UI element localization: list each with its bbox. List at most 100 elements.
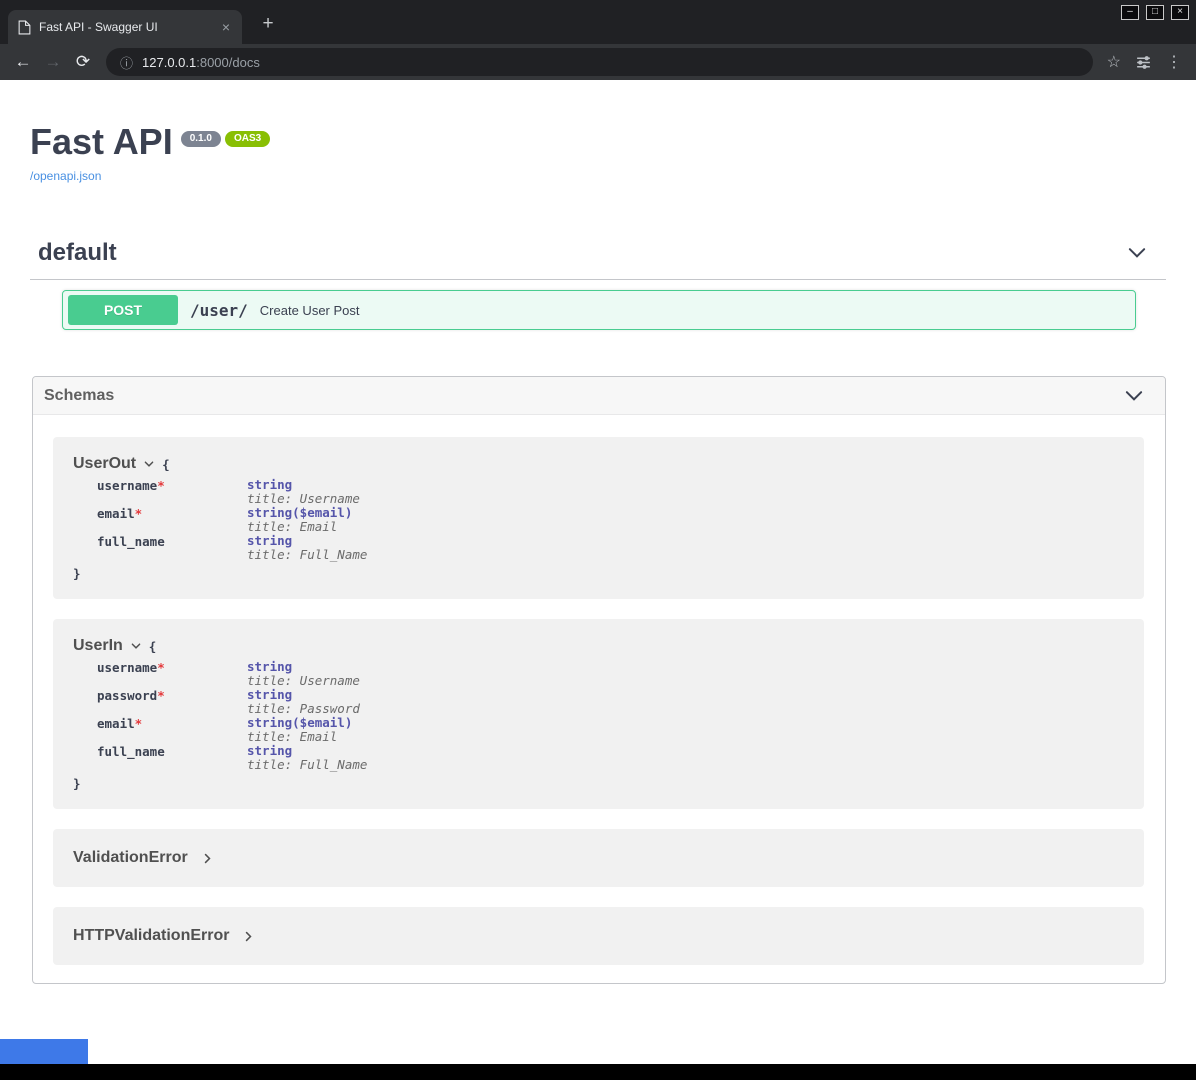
property-definition: string title: Full_Name [247,534,367,562]
operation-path: /user/ [190,301,248,320]
property-name-text: email [97,506,135,521]
property-name-text: full_name [97,534,165,549]
browser-toolbar: ← → ⟳ ⓘ 127.0.0.1:8000/docs ☆ ⋮ [0,44,1196,80]
tab-close-icon[interactable]: × [220,20,232,34]
url-text: 127.0.0.1:8000/docs [142,55,260,70]
model-validationerror[interactable]: ValidationError [53,829,1144,887]
url-host: 127.0.0.1 [142,55,196,70]
back-button-icon[interactable]: ← [8,52,38,72]
browser-menu-icon[interactable]: ⋮ [1166,52,1182,72]
tune-icon[interactable] [1135,54,1152,71]
property-type: string [247,660,360,674]
property-name: username* [97,478,247,506]
status-bubble [0,1039,88,1064]
window-close-button[interactable]: × [1171,5,1189,20]
model-title-row[interactable]: UserIn { [73,637,1124,655]
model-httpvalidationerror[interactable]: HTTPValidationError [53,907,1144,965]
required-star: * [157,660,165,675]
site-info-icon[interactable]: ⓘ [120,53,133,72]
property-title: title: Password [247,702,360,716]
schemas-section: Schemas UserOut [32,376,1166,984]
property-definition: string title: Full_Name [247,744,367,772]
oas3-badge: OAS3 [225,131,270,147]
url-path: :8000/docs [196,55,260,70]
property-name-text: full_name [97,744,165,759]
schemas-body: UserOut { username* string [33,415,1165,983]
chevron-right-icon[interactable] [201,852,214,865]
property-definition: string title: Username [247,478,360,506]
api-info: Fast API 0.1.0OAS3 /openapi.json [0,80,1196,185]
window-bottom-edge [0,1064,1196,1080]
toolbar-right: ☆ ⋮ [1101,52,1188,72]
model-toggle-icon[interactable] [130,640,142,652]
property-name: password* [97,688,247,716]
window-minimize-button[interactable]: – [1121,5,1139,20]
schemas-header[interactable]: Schemas [33,377,1165,415]
property-row: password* string title: Password [97,688,1124,716]
property-row: email* string($email) title: Email [97,716,1124,744]
tag-name: default [38,239,117,267]
required-star: * [157,478,165,493]
property-type: string [247,744,367,758]
browser-titlebar: Fast API - Swagger UI × + – □ × [0,0,1196,44]
brace-open: { [149,639,157,654]
property-name-text: username [97,660,157,675]
chevron-down-icon[interactable] [1123,385,1145,407]
window-controls: – □ × [1121,5,1189,20]
property-definition: string title: Password [247,688,360,716]
property-name-text: password [97,688,157,703]
address-bar[interactable]: ⓘ 127.0.0.1:8000/docs [106,48,1093,76]
http-method-badge: POST [68,295,178,325]
model-title-row[interactable]: UserOut { [73,455,1124,473]
model-userin: UserIn { username* string [53,619,1144,809]
required-star: * [157,688,165,703]
version-badge: 0.1.0 [181,131,221,147]
browser-tab[interactable]: Fast API - Swagger UI × [8,10,242,44]
property-title: title: Email [247,730,352,744]
required-star: * [135,716,143,731]
model-properties: username* string title: Username passwor… [97,660,1124,772]
property-name: full_name [97,744,247,772]
property-name: email* [97,506,247,534]
brace-close: } [73,776,1124,791]
brace-close: } [73,566,1124,581]
new-tab-button[interactable]: + [256,13,280,35]
reload-button-icon[interactable]: ⟳ [68,52,98,72]
openapi-spec-link[interactable]: /openapi.json [30,169,101,183]
model-name: UserIn [73,637,123,655]
property-name: full_name [97,534,247,562]
brace-open: { [162,457,170,472]
property-title: title: Username [247,674,360,688]
property-name-text: email [97,716,135,731]
property-name: email* [97,716,247,744]
swagger-page: Fast API 0.1.0OAS3 /openapi.json default … [0,80,1196,1064]
bookmark-star-icon[interactable]: ☆ [1107,52,1121,72]
property-title: title: Full_Name [247,548,367,562]
window-maximize-button[interactable]: □ [1146,5,1164,20]
property-row: username* string title: Username [97,478,1124,506]
property-type: string [247,688,360,702]
forward-button-icon[interactable]: → [38,52,68,72]
api-title-text: Fast API [30,121,173,162]
tag-header[interactable]: default [30,231,1166,280]
property-type: string($email) [247,506,352,520]
property-row: username* string title: Username [97,660,1124,688]
chevron-right-icon[interactable] [242,930,255,943]
property-row: full_name string title: Full_Name [97,744,1124,772]
tag-section-default: default POST /user/ Create User Post [30,231,1166,330]
property-row: email* string($email) title: Email [97,506,1124,534]
model-name: ValidationError [73,849,188,867]
browser-window: Fast API - Swagger UI × + – □ × ← → ⟳ ⓘ … [0,0,1196,1080]
property-row: full_name string title: Full_Name [97,534,1124,562]
model-name: UserOut [73,455,136,473]
property-definition: string title: Username [247,660,360,688]
chevron-down-icon[interactable] [1126,242,1148,264]
property-definition: string($email) title: Email [247,716,352,744]
model-toggle-icon[interactable] [143,458,155,470]
property-title: title: Full_Name [247,758,367,772]
operation-summary: Create User Post [260,303,360,318]
property-definition: string($email) title: Email [247,506,352,534]
schemas-heading: Schemas [44,387,114,405]
model-userout: UserOut { username* string [53,437,1144,599]
opblock-post-user[interactable]: POST /user/ Create User Post [62,290,1136,330]
